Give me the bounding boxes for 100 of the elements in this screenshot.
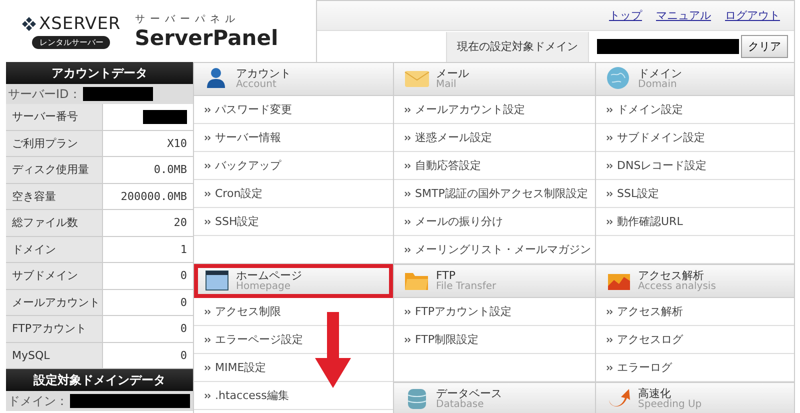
section-title: アカウント — [236, 68, 291, 80]
bullet-arrow-icon — [606, 364, 614, 372]
bullet-arrow-icon — [404, 190, 412, 198]
bullet-arrow-icon — [404, 218, 412, 226]
bullet-arrow-icon — [404, 106, 412, 114]
row-value: 20 — [174, 216, 187, 230]
menu-link[interactable]: メールの振り分け — [404, 214, 503, 229]
menu-link[interactable]: メーリングリスト・メールマガジン — [404, 242, 591, 257]
bullet-arrow-icon — [606, 162, 614, 170]
row-label: MySQL — [6, 342, 103, 368]
bullet-arrow-icon — [606, 218, 614, 226]
row-value: 0 — [180, 322, 187, 336]
row-label: メールアカウント — [6, 290, 103, 315]
bullet-arrow-icon — [606, 308, 614, 316]
header-link[interactable]: トップ — [609, 8, 642, 23]
menu-link[interactable]: ドメイン設定 — [606, 102, 683, 117]
section-subtitle: File Transfer — [436, 282, 496, 292]
header-link[interactable]: ログアウト — [725, 8, 780, 23]
row-label: ディスク使用量 — [6, 157, 103, 182]
bullet-arrow-icon — [204, 392, 212, 400]
section-subtitle: Domain — [638, 80, 678, 90]
menu-link[interactable]: アクセス制限 — [204, 304, 281, 319]
menu-link[interactable]: メールアカウント設定 — [404, 102, 525, 117]
menu-link[interactable]: サブドメイン設定 — [606, 130, 705, 145]
bullet-arrow-icon — [204, 106, 212, 114]
menu-link[interactable]: MIME設定 — [204, 360, 266, 375]
product-name: ServerPanel — [134, 26, 278, 50]
section-title: FTP — [436, 270, 456, 282]
bullet-arrow-icon — [204, 134, 212, 142]
logo-badge: レンタルサーバー — [32, 36, 110, 48]
section-subtitle: Access analysis — [638, 282, 716, 292]
row-value: 0 — [180, 269, 187, 282]
section-title: 高速化 — [638, 388, 671, 400]
bullet-arrow-icon — [204, 336, 212, 344]
row-value: 0 — [180, 348, 187, 362]
menu-link[interactable]: SSH設定 — [204, 214, 260, 229]
row-value: 0.0MB — [154, 163, 187, 176]
bullet-arrow-icon — [204, 308, 212, 316]
menu-link[interactable]: SMTP認証の国外アクセス制限設定 — [404, 186, 588, 201]
section-subtitle: Account — [236, 80, 278, 90]
section-subtitle: Homepage — [236, 282, 292, 292]
product-kana: サーバーパネル — [134, 13, 241, 26]
bullet-arrow-icon — [404, 308, 412, 316]
bullet-arrow-icon — [404, 246, 412, 254]
server-id-label: サーバーID： — [8, 86, 81, 102]
clear-button[interactable]: クリア — [741, 35, 788, 58]
menu-link[interactable]: エラーログ — [606, 360, 672, 375]
menu-link[interactable]: アクセスログ — [606, 332, 683, 347]
row-value: 200000.0MB — [120, 190, 187, 203]
row-label: 総ファイル数 — [6, 210, 103, 236]
row-label: サブドメイン — [6, 263, 103, 288]
menu-link[interactable]: FTP制限設定 — [404, 332, 478, 347]
menu-link[interactable]: 迷惑メール設定 — [404, 130, 492, 145]
section-title: ドメイン — [638, 68, 682, 80]
menu-link[interactable]: エラーページ設定 — [204, 332, 303, 347]
bullet-arrow-icon — [204, 190, 212, 198]
row-label: サーバー番号 — [6, 104, 103, 130]
section-title: データベース — [436, 388, 502, 400]
row-label: ドメイン — [6, 236, 103, 262]
row-value: X10 — [167, 136, 187, 150]
menu-link[interactable]: 自動応答設定 — [404, 158, 481, 173]
sidebar-title: アカウントデータ — [6, 62, 193, 84]
domain-label: ドメイン： — [8, 392, 68, 410]
header-link[interactable]: マニュアル — [656, 8, 711, 23]
section-title: メール — [436, 68, 469, 80]
menu-link[interactable]: Cron設定 — [204, 186, 263, 201]
globe-icon — [606, 66, 632, 92]
bullet-arrow-icon — [606, 336, 614, 344]
bullet-arrow-icon — [204, 162, 212, 170]
menu-link[interactable]: アクセス解析 — [606, 304, 683, 319]
menu-link[interactable]: FTPアカウント設定 — [404, 304, 512, 319]
section-title: アクセス解析 — [638, 270, 704, 282]
section-subtitle: Mail — [436, 80, 458, 90]
sidebar-title: 設定対象ドメインデータ — [6, 369, 193, 391]
bullet-arrow-icon — [606, 134, 614, 142]
bullet-arrow-icon — [204, 364, 212, 372]
section-title: ホームページ — [236, 270, 302, 282]
row-value: 1 — [180, 242, 187, 256]
domain-label: 現在の設定対象ドメイン — [446, 32, 589, 62]
bullet-arrow-icon — [606, 190, 614, 198]
row-label: ご利用プラン — [6, 130, 103, 156]
menu-link[interactable]: サーバー情報 — [204, 130, 281, 145]
row-value: 0 — [180, 296, 187, 309]
bullet-arrow-icon — [404, 162, 412, 170]
menu-link[interactable]: 動作確認URL — [606, 214, 683, 229]
bullet-arrow-icon — [204, 218, 212, 226]
brand-logo-text: XSERVER — [39, 14, 121, 34]
row-label: 空き容量 — [6, 184, 103, 209]
menu-link[interactable]: パスワード変更 — [204, 102, 292, 117]
menu-link[interactable]: SSL設定 — [606, 186, 660, 201]
diamond-logo-icon — [22, 16, 36, 30]
bullet-arrow-icon — [606, 106, 614, 114]
section-subtitle: Database — [436, 400, 485, 410]
bullet-arrow-icon — [404, 336, 412, 344]
row-label: FTPアカウント — [6, 316, 103, 342]
menu-link[interactable]: DNSレコード設定 — [606, 158, 707, 173]
menu-link[interactable]: バックアップ — [204, 158, 281, 173]
bullet-arrow-icon — [404, 134, 412, 142]
menu-link[interactable]: .htaccess編集 — [204, 388, 289, 403]
section-subtitle: Speeding Up — [638, 400, 702, 410]
